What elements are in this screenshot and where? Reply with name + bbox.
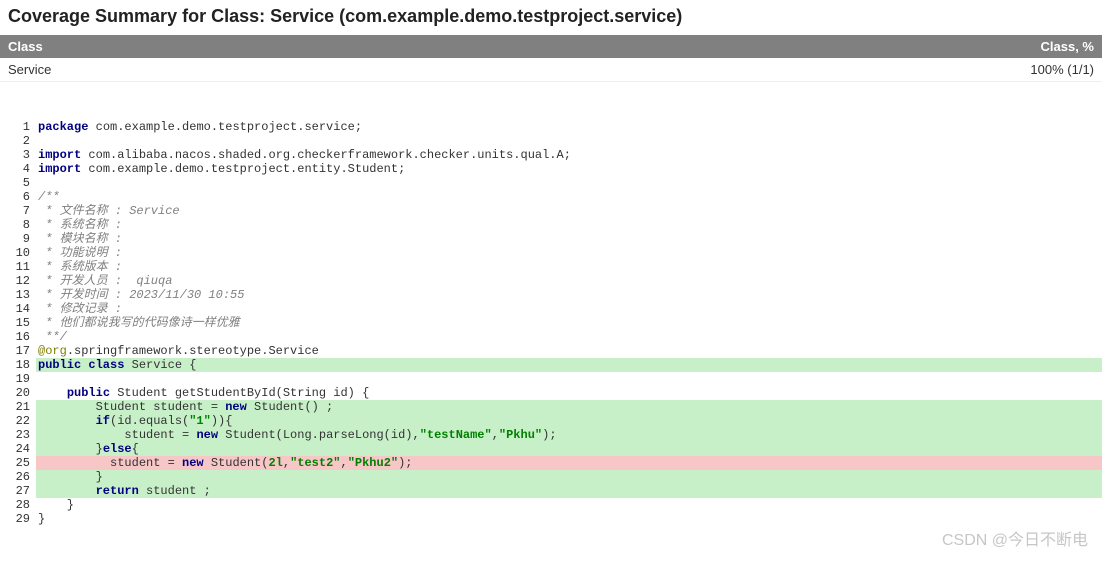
- line-number: 11: [0, 260, 36, 274]
- coverage-table: Class Class, % Service 100% (1/1): [0, 35, 1102, 82]
- cell-class-name: Service: [0, 58, 471, 82]
- code-line: 2: [0, 134, 1102, 148]
- line-content: student = new Student(Long.parseLong(id)…: [36, 428, 1102, 442]
- line-content: return student ;: [36, 484, 1102, 498]
- line-number: 22: [0, 414, 36, 428]
- col-class-header: Class: [0, 35, 471, 58]
- line-content: * 开发时间 : 2023/11/30 10:55: [36, 288, 1102, 302]
- line-content: * 开发人员 : qiuqa: [36, 274, 1102, 288]
- code-line: 5: [0, 176, 1102, 190]
- line-number: 8: [0, 218, 36, 232]
- line-number: 13: [0, 288, 36, 302]
- code-line: 21 Student student = new Student() ;: [0, 400, 1102, 414]
- line-content: }: [36, 470, 1102, 484]
- line-number: 15: [0, 316, 36, 330]
- line-content: public class Service {: [36, 358, 1102, 372]
- line-content: * 系统版本 :: [36, 260, 1102, 274]
- code-line: 22 if(id.equals("1")){: [0, 414, 1102, 428]
- code-line: 18public class Service {: [0, 358, 1102, 372]
- line-content: * 系统名称 :: [36, 218, 1102, 232]
- code-line: 15 * 他们都说我写的代码像诗一样优雅: [0, 316, 1102, 330]
- line-number: 1: [0, 120, 36, 134]
- code-line: 7 * 文件名称 : Service: [0, 204, 1102, 218]
- line-content: if(id.equals("1")){: [36, 414, 1102, 428]
- line-number: 6: [0, 190, 36, 204]
- code-line: 9 * 模块名称 :: [0, 232, 1102, 246]
- line-number: 18: [0, 358, 36, 372]
- line-number: 14: [0, 302, 36, 316]
- line-content: }: [36, 498, 1102, 512]
- code-line: 3import com.alibaba.nacos.shaded.org.che…: [0, 148, 1102, 162]
- code-line: 8 * 系统名称 :: [0, 218, 1102, 232]
- code-line: 6/**: [0, 190, 1102, 204]
- line-number: 12: [0, 274, 36, 288]
- line-number: 21: [0, 400, 36, 414]
- line-content: **/: [36, 330, 1102, 344]
- page-title: Coverage Summary for Class: Service (com…: [0, 0, 1102, 35]
- line-content: public Student getStudentById(String id)…: [36, 386, 1102, 400]
- code-line: 14 * 修改记录 :: [0, 302, 1102, 316]
- line-number: 26: [0, 470, 36, 484]
- line-number: 10: [0, 246, 36, 260]
- line-content: Student student = new Student() ;: [36, 400, 1102, 414]
- line-content: * 功能说明 :: [36, 246, 1102, 260]
- code-line: 11 * 系统版本 :: [0, 260, 1102, 274]
- line-number: 19: [0, 372, 36, 386]
- line-content: * 文件名称 : Service: [36, 204, 1102, 218]
- code-line: 25 student = new Student(2l,"test2","Pkh…: [0, 456, 1102, 470]
- line-content: import com.alibaba.nacos.shaded.org.chec…: [36, 148, 1102, 162]
- code-line: 1package com.example.demo.testproject.se…: [0, 120, 1102, 134]
- line-content: @org.springframework.stereotype.Service: [36, 344, 1102, 358]
- code-line: 29}: [0, 512, 1102, 526]
- line-content: /**: [36, 190, 1102, 204]
- line-content: [36, 134, 1102, 148]
- line-number: 9: [0, 232, 36, 246]
- line-content: import com.example.demo.testproject.enti…: [36, 162, 1102, 176]
- code-line: 28 }: [0, 498, 1102, 512]
- line-number: 20: [0, 386, 36, 400]
- table-header-row: Class Class, %: [0, 35, 1102, 58]
- line-number: 23: [0, 428, 36, 442]
- code-line: 13 * 开发时间 : 2023/11/30 10:55: [0, 288, 1102, 302]
- code-line: 23 student = new Student(Long.parseLong(…: [0, 428, 1102, 442]
- code-line: 10 * 功能说明 :: [0, 246, 1102, 260]
- line-number: 27: [0, 484, 36, 498]
- code-line: 12 * 开发人员 : qiuqa: [0, 274, 1102, 288]
- line-content: [36, 372, 1102, 386]
- line-number: 3: [0, 148, 36, 162]
- line-number: 25: [0, 456, 36, 470]
- line-number: 2: [0, 134, 36, 148]
- line-number: 5: [0, 176, 36, 190]
- cell-class-pct: 100% (1/1): [471, 58, 1102, 82]
- line-number: 7: [0, 204, 36, 218]
- line-content: * 修改记录 :: [36, 302, 1102, 316]
- col-pct-header: Class, %: [471, 35, 1102, 58]
- line-number: 29: [0, 512, 36, 526]
- table-row: Service 100% (1/1): [0, 58, 1102, 82]
- line-content: [36, 176, 1102, 190]
- source-code: 1package com.example.demo.testproject.se…: [0, 120, 1102, 526]
- code-line: 20 public Student getStudentById(String …: [0, 386, 1102, 400]
- line-content: * 他们都说我写的代码像诗一样优雅: [36, 316, 1102, 330]
- code-line: 27 return student ;: [0, 484, 1102, 498]
- code-line: 4import com.example.demo.testproject.ent…: [0, 162, 1102, 176]
- line-content: * 模块名称 :: [36, 232, 1102, 246]
- watermark: CSDN @今日不断电: [942, 526, 1088, 550]
- line-content: }: [36, 512, 1102, 526]
- code-line: 19: [0, 372, 1102, 386]
- line-number: 16: [0, 330, 36, 344]
- line-number: 28: [0, 498, 36, 512]
- code-line: 17@org.springframework.stereotype.Servic…: [0, 344, 1102, 358]
- line-content: }else{: [36, 442, 1102, 456]
- code-line: 24 }else{: [0, 442, 1102, 456]
- code-line: 16 **/: [0, 330, 1102, 344]
- code-line: 26 }: [0, 470, 1102, 484]
- line-number: 24: [0, 442, 36, 456]
- line-number: 4: [0, 162, 36, 176]
- line-content: student = new Student(2l,"test2","Pkhu2"…: [36, 456, 1102, 470]
- line-content: package com.example.demo.testproject.ser…: [36, 120, 1102, 134]
- line-number: 17: [0, 344, 36, 358]
